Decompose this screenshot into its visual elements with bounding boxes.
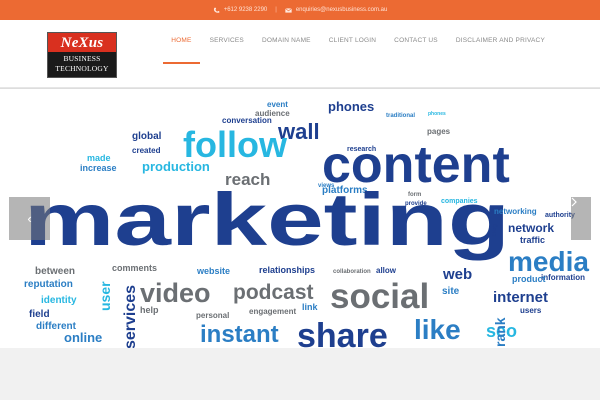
page-body-area <box>0 348 600 400</box>
word-relationships: relationships <box>259 265 315 275</box>
word-users: users <box>520 306 542 315</box>
word-video: video <box>140 278 211 308</box>
word-provide: provide <box>405 201 427 207</box>
site-logo[interactable]: NeXus BUSINESS TECHNOLOGY <box>47 32 117 78</box>
word-marketing: marketing <box>24 178 510 261</box>
word-rank: rank <box>492 317 508 347</box>
logo-brand: NeXus <box>60 35 104 51</box>
logo-line-business: BUSINESS <box>63 54 101 63</box>
word-phones-small: phones <box>428 111 446 117</box>
email-address: enquiries@nexusbusiness.com.au <box>295 7 388 13</box>
nav-client-login[interactable]: CLIENT LOGIN <box>320 20 385 88</box>
word-networking: networking <box>494 207 537 216</box>
word-social: social <box>330 277 429 316</box>
logo-line-technology: TECHNOLOGY <box>55 64 109 73</box>
nav-domain-name[interactable]: DOMAIN NAME <box>253 20 320 88</box>
phone-contact[interactable]: +612 9238 2290 <box>213 7 268 14</box>
word-like: like <box>414 314 461 345</box>
word-help: help <box>140 305 159 315</box>
email-contact[interactable]: enquiries@nexusbusiness.com.au <box>284 7 388 14</box>
phone-icon <box>213 7 220 13</box>
word-reputation: reputation <box>24 279 73 290</box>
word-collaboration: collaboration <box>333 269 371 275</box>
word-cloud-image: event audience phones traditional phones… <box>0 89 600 348</box>
slider-next-button[interactable] <box>571 197 591 240</box>
word-share: share <box>297 317 388 348</box>
word-between: between <box>35 266 75 277</box>
nav-disclaimer-privacy[interactable]: DISCLAIMER AND PRIVACY <box>447 20 554 88</box>
word-created: created <box>132 146 161 155</box>
word-engagement: engagement <box>249 307 296 316</box>
word-form: form <box>408 192 421 198</box>
word-personal: personal <box>196 311 229 320</box>
nav-contact-us[interactable]: CONTACT US <box>385 20 447 88</box>
word-network: network <box>508 221 554 235</box>
word-global: global <box>132 131 162 142</box>
slider-prev-button[interactable]: ‹ <box>9 197 50 240</box>
contact-separator: | <box>275 7 277 13</box>
word-identity: identity <box>41 295 77 306</box>
word-traffic: traffic <box>520 235 545 245</box>
site-header: NeXus BUSINESS TECHNOLOGY HOME SERVICES … <box>0 20 600 88</box>
word-internet: internet <box>493 289 548 306</box>
word-made: made <box>87 153 111 163</box>
word-increase: increase <box>80 163 117 173</box>
word-pages: pages <box>427 127 451 136</box>
word-blog: blog <box>492 224 498 237</box>
word-comments: comments <box>112 263 157 273</box>
word-instant: instant <box>200 321 279 348</box>
chevron-right-icon <box>571 197 577 207</box>
word-traditional: traditional <box>386 113 415 119</box>
word-podcast: podcast <box>233 281 314 304</box>
word-phones: phones <box>328 99 374 114</box>
hero-slider: event audience phones traditional phones… <box>0 88 600 348</box>
phone-number: +612 9238 2290 <box>223 7 268 13</box>
word-event: event <box>267 100 288 109</box>
contact-bar: +612 9238 2290 | enquiries@nexusbusiness… <box>0 0 600 20</box>
word-field: field <box>29 309 50 320</box>
word-companies: companies <box>441 198 478 205</box>
main-nav: HOME SERVICES DOMAIN NAME CLIENT LOGIN C… <box>162 20 554 88</box>
word-allow: allow <box>376 266 397 275</box>
word-product: product <box>512 274 546 284</box>
word-link: link <box>302 302 318 312</box>
nav-home[interactable]: HOME <box>162 20 200 88</box>
envelope-icon <box>284 7 292 13</box>
word-website: website <box>196 266 230 276</box>
word-site: site <box>442 286 460 297</box>
word-production: production <box>142 159 210 174</box>
word-services: services <box>122 285 139 348</box>
chevron-left-icon: ‹ <box>27 211 32 226</box>
word-web: web <box>442 266 472 283</box>
word-information: information <box>541 273 585 282</box>
word-online: online <box>64 330 102 345</box>
word-user: user <box>97 281 113 311</box>
nav-services[interactable]: SERVICES <box>201 20 253 88</box>
